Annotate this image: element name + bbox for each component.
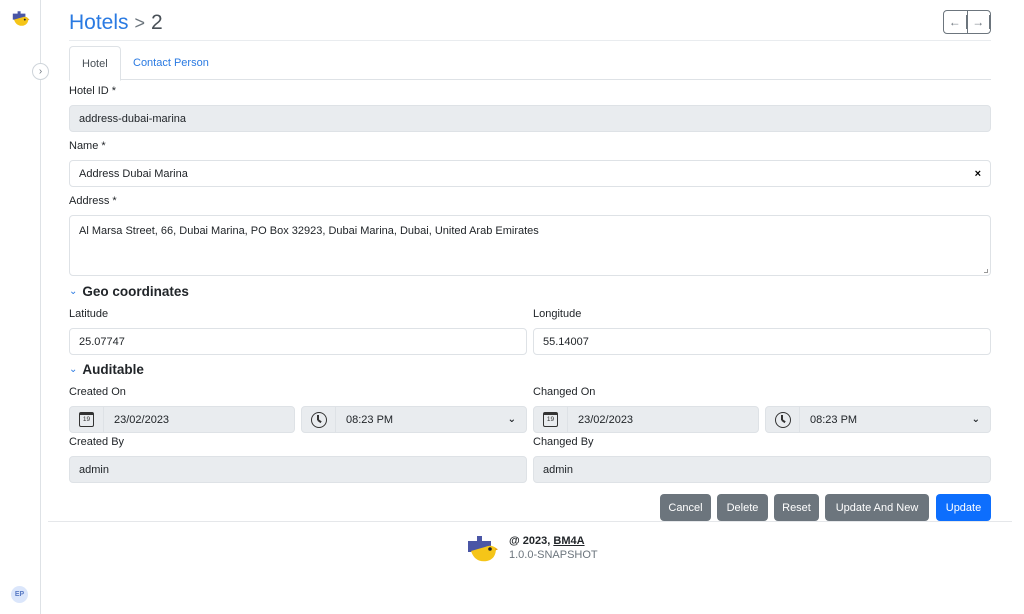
changed-on-label: Changed On xyxy=(533,386,596,398)
created-on-time-select[interactable]: 08:23 PM ⌄ xyxy=(301,406,527,433)
longitude-input[interactable]: 55.14007 xyxy=(533,328,991,355)
user-avatar[interactable]: EP xyxy=(11,586,28,603)
calendar-addon: 19 xyxy=(534,407,568,432)
address-label: Address * xyxy=(69,195,117,207)
tab-hotel[interactable]: Hotel xyxy=(69,46,121,81)
next-record-button[interactable]: → xyxy=(968,11,990,33)
arrow-right-icon: → xyxy=(968,15,990,29)
clock-icon xyxy=(310,411,327,428)
app-version: 1.0.0-SNAPSHOT xyxy=(509,549,598,561)
latitude-value: 25.07747 xyxy=(79,335,125,348)
chevron-down-icon: ⌄ xyxy=(507,414,516,425)
changed-on-time-value: 08:23 PM xyxy=(810,413,858,426)
created-on-date-field[interactable]: 19 23/02/2023 xyxy=(69,406,295,433)
delete-button[interactable]: Delete xyxy=(717,494,768,521)
footer-copyright: @ 2023, BM4A xyxy=(509,535,585,547)
hotel-id-value: address-dubai-marina xyxy=(79,112,186,125)
created-by-label: Created By xyxy=(69,436,125,448)
hotel-id-label: Hotel ID * xyxy=(69,85,117,97)
breadcrumb-hotels-link[interactable]: Hotels xyxy=(69,11,129,34)
name-input[interactable]: Address Dubai Marina × xyxy=(69,160,991,187)
breadcrumb-current: 2 xyxy=(151,11,163,34)
changed-on-date-field[interactable]: 19 23/02/2023 xyxy=(533,406,759,433)
name-value: Address Dubai Marina xyxy=(79,167,188,180)
update-button[interactable]: Update xyxy=(936,494,991,521)
clock-icon xyxy=(774,411,791,428)
cancel-button[interactable]: Cancel xyxy=(660,494,711,521)
avatar-initials: EP xyxy=(14,591,25,598)
changed-by-value: admin xyxy=(543,463,573,476)
longitude-label: Longitude xyxy=(533,308,582,320)
address-value: Al Marsa Street, 66, Dubai Marina, PO Bo… xyxy=(79,225,539,237)
created-by-field[interactable]: admin xyxy=(69,456,527,483)
chevron-down-icon: ⌄ xyxy=(69,286,78,297)
calendar-icon: 19 xyxy=(543,412,558,427)
sidebar: › EP xyxy=(0,0,49,614)
footer-divider xyxy=(48,521,1012,522)
created-on-time-value: 08:23 PM xyxy=(346,413,394,426)
footer-logo-icon xyxy=(468,536,498,562)
changed-on-time-select[interactable]: 08:23 PM ⌄ xyxy=(765,406,991,433)
longitude-value: 55.14007 xyxy=(543,335,589,348)
calendar-icon: 19 xyxy=(79,412,94,427)
reset-button[interactable]: Reset xyxy=(774,494,819,521)
breadcrumb-separator: > xyxy=(134,13,146,33)
changed-by-field[interactable]: admin xyxy=(533,456,991,483)
calendar-addon: 19 xyxy=(70,407,104,432)
record-navigation: ← → xyxy=(943,10,991,34)
chevron-down-icon: ⌄ xyxy=(971,414,980,425)
tab-bar: Hotel Contact Person xyxy=(69,46,991,81)
changed-on-date-value: 23/02/2023 xyxy=(578,413,634,426)
created-by-value: admin xyxy=(79,463,109,476)
geo-coordinates-section[interactable]: ⌄ Geo coordinates xyxy=(69,284,189,299)
name-label: Name * xyxy=(69,140,106,152)
app-logo-icon[interactable] xyxy=(10,10,30,28)
created-on-label: Created On xyxy=(69,386,126,398)
hotel-id-field[interactable]: address-dubai-marina xyxy=(69,105,991,132)
chevron-down-icon: ⌄ xyxy=(69,364,78,375)
page-header: Hotels >2 ← → xyxy=(69,0,991,41)
breadcrumb: Hotels >2 xyxy=(69,10,163,36)
previous-record-button[interactable]: ← xyxy=(944,11,968,33)
latitude-input[interactable]: 25.07747 xyxy=(69,328,527,355)
arrow-left-icon: ← xyxy=(944,15,967,29)
latitude-label: Latitude xyxy=(69,308,109,320)
clear-icon[interactable]: × xyxy=(975,168,981,180)
created-on-date-value: 23/02/2023 xyxy=(114,413,170,426)
brand-link[interactable]: BM4A xyxy=(553,535,584,547)
geo-coordinates-title: Geo coordinates xyxy=(82,284,189,299)
address-textarea[interactable]: Al Marsa Street, 66, Dubai Marina, PO Bo… xyxy=(69,215,991,276)
update-and-new-button[interactable]: Update And New xyxy=(825,494,929,521)
clock-addon xyxy=(766,407,800,432)
changed-by-label: Changed By xyxy=(533,436,594,448)
resize-handle[interactable] xyxy=(984,269,988,273)
footer-text: @ 2023, BM4A 1.0.0-SNAPSHOT xyxy=(509,534,598,562)
auditable-title: Auditable xyxy=(82,362,144,377)
tab-contact-person[interactable]: Contact Person xyxy=(121,46,221,80)
chevron-right-icon: › xyxy=(38,66,43,77)
main-content: Hotels >2 ← → Hotel Contact Person xyxy=(69,0,991,81)
clock-addon xyxy=(302,407,336,432)
auditable-section[interactable]: ⌄ Auditable xyxy=(69,362,144,377)
sidebar-toggle-button[interactable]: › xyxy=(32,63,49,80)
